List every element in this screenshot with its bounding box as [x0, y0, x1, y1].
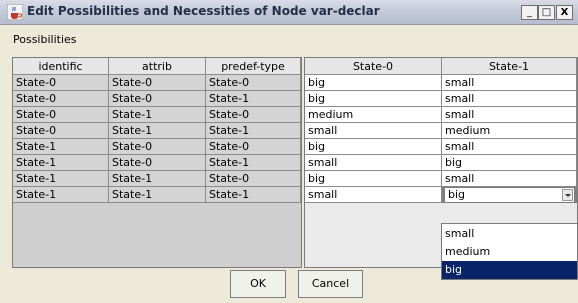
window-title: Edit Possibilities and Necessities of No…	[27, 4, 380, 18]
parent-state-cell: State-1	[13, 187, 109, 203]
parent-state-cell: State-1	[13, 139, 109, 155]
parent-state-cell: State-0	[13, 123, 109, 139]
minimize-button[interactable]: _	[521, 5, 538, 20]
state-dropdown-list[interactable]: small medium big	[441, 223, 578, 280]
possibility-cell[interactable]: big	[305, 171, 442, 187]
possibility-cell[interactable]: medium	[442, 123, 577, 139]
parent-state-column-header[interactable]: identific	[13, 58, 109, 75]
title-bar[interactable]: Edit Possibilities and Necessities of No…	[0, 0, 578, 25]
parent-state-cell: State-1	[109, 171, 206, 187]
possibility-cell[interactable]: small	[442, 171, 577, 187]
parent-state-cell: State-1	[109, 187, 206, 203]
parent-state-cell: State-1	[109, 123, 206, 139]
possibility-cell[interactable]: small	[305, 155, 442, 171]
possibility-cell[interactable]: small	[442, 107, 577, 123]
dropdown-option-big[interactable]: big	[442, 261, 577, 279]
combo-value: big	[448, 188, 466, 201]
parent-state-cell: State-1	[109, 107, 206, 123]
possibility-cell[interactable]: big	[305, 75, 442, 91]
possibility-cell[interactable]: small	[442, 139, 577, 155]
possibility-cell[interactable]: small	[442, 75, 577, 91]
parent-state-cell: State-1	[206, 155, 301, 171]
possibility-cell[interactable]: big	[305, 139, 442, 155]
dropdown-option-small[interactable]: small	[442, 225, 577, 243]
parent-state-cell: State-0	[206, 139, 301, 155]
possibilities-label: Possibilities	[13, 33, 77, 46]
parent-state-cell: State-0	[206, 171, 301, 187]
parent-state-cell: State-0	[13, 107, 109, 123]
possibility-column-header[interactable]: State-0	[305, 58, 442, 75]
dropdown-option-medium[interactable]: medium	[442, 243, 577, 261]
possibility-cell[interactable]: small	[442, 91, 577, 107]
parent-state-cell: State-0	[13, 75, 109, 91]
parent-state-cell: State-0	[109, 155, 206, 171]
parent-state-cell: State-1	[13, 171, 109, 187]
parent-state-cell: State-0	[109, 139, 206, 155]
possibility-cell[interactable]: medium	[305, 107, 442, 123]
possibility-cell[interactable]: small	[305, 123, 442, 139]
parent-state-cell: State-0	[206, 75, 301, 91]
maximize-button[interactable]: □	[538, 5, 555, 20]
parent-state-cell: State-1	[13, 155, 109, 171]
possibility-cell[interactable]: big	[305, 91, 442, 107]
parent-state-column-header[interactable]: predef-type	[206, 58, 301, 75]
parent-state-cell: State-0	[109, 75, 206, 91]
close-button[interactable]: X	[556, 5, 573, 20]
possibility-cell[interactable]: big	[442, 155, 577, 171]
ok-button[interactable]: OK	[230, 270, 286, 298]
parent-states-table[interactable]: identific attrib predef-type State-0 State-0…	[12, 57, 302, 268]
parent-state-column-header[interactable]: attrib	[109, 58, 206, 75]
parent-state-cell: State-1	[206, 123, 301, 139]
possibility-cell[interactable]: small	[305, 187, 442, 203]
parent-state-cell: State-1	[206, 187, 301, 203]
possibility-column-header[interactable]: State-1	[442, 58, 577, 75]
parent-state-cell: State-0	[109, 91, 206, 107]
cancel-button[interactable]: Cancel	[298, 270, 363, 298]
state-combo-box[interactable]: big	[444, 187, 575, 203]
parent-state-cell: State-0	[13, 91, 109, 107]
chevron-down-icon[interactable]	[562, 189, 573, 201]
parent-state-cell: State-1	[206, 91, 301, 107]
java-coffee-cup-icon	[7, 4, 23, 20]
table-empty-area	[13, 203, 301, 267]
parent-state-cell: State-0	[206, 107, 301, 123]
